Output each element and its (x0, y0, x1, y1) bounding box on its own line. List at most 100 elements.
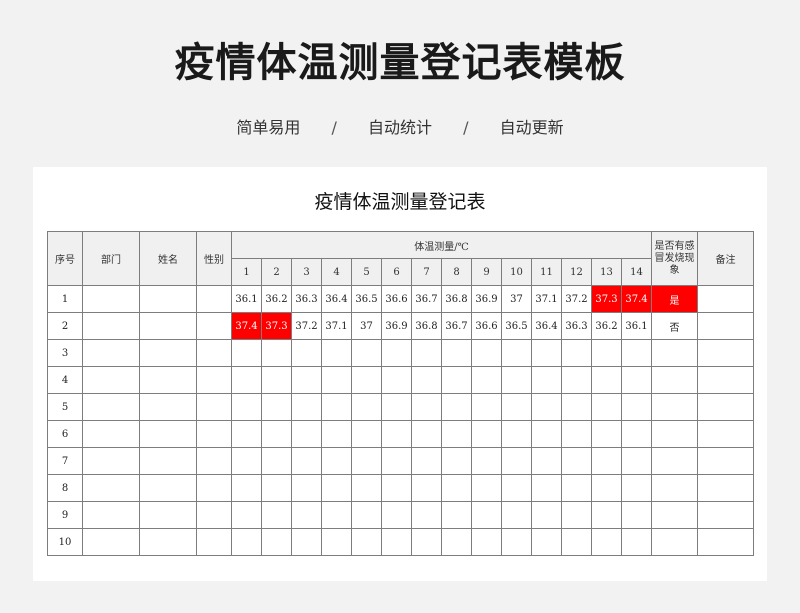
temperature-cell[interactable] (441, 393, 472, 421)
dept-cell[interactable] (82, 474, 140, 502)
temperature-cell[interactable] (381, 528, 412, 556)
name-cell[interactable] (139, 393, 197, 421)
name-cell[interactable] (139, 339, 197, 367)
temperature-cell[interactable] (591, 528, 622, 556)
notes-cell[interactable] (697, 447, 754, 475)
temperature-cell[interactable] (501, 420, 532, 448)
temperature-cell[interactable] (231, 420, 262, 448)
name-cell[interactable] (139, 501, 197, 529)
temperature-cell[interactable] (261, 528, 292, 556)
notes-cell[interactable] (697, 393, 754, 421)
seq-cell[interactable]: 10 (47, 528, 83, 556)
temperature-cell[interactable] (381, 420, 412, 448)
temperature-cell[interactable]: 36.8 (441, 285, 472, 313)
temperature-cell[interactable] (561, 339, 592, 367)
temperature-cell[interactable] (561, 420, 592, 448)
seq-cell[interactable]: 8 (47, 474, 83, 502)
temperature-cell[interactable] (231, 339, 262, 367)
gender-cell[interactable] (196, 393, 232, 421)
temperature-cell[interactable] (561, 528, 592, 556)
temperature-cell[interactable] (351, 501, 382, 529)
temperature-cell[interactable] (411, 528, 442, 556)
seq-cell[interactable]: 7 (47, 447, 83, 475)
seq-cell[interactable]: 5 (47, 393, 83, 421)
temperature-cell[interactable] (381, 339, 412, 367)
temperature-cell[interactable]: 36.5 (501, 312, 532, 340)
dept-cell[interactable] (82, 447, 140, 475)
temperature-cell[interactable] (471, 420, 502, 448)
temperature-cell[interactable]: 37.4 (231, 312, 262, 340)
temperature-cell[interactable]: 36.2 (591, 312, 622, 340)
temperature-cell[interactable]: 37 (351, 312, 382, 340)
temperature-cell[interactable] (381, 474, 412, 502)
temperature-cell[interactable] (621, 366, 652, 394)
temperature-cell[interactable] (351, 420, 382, 448)
temperature-cell[interactable] (531, 447, 562, 475)
dept-cell[interactable] (82, 393, 140, 421)
temperature-cell[interactable] (321, 339, 352, 367)
fever-cell[interactable]: 否 (651, 312, 698, 340)
temperature-cell[interactable] (321, 528, 352, 556)
temperature-cell[interactable] (441, 366, 472, 394)
gender-cell[interactable] (196, 312, 232, 340)
temperature-cell[interactable]: 36.9 (471, 285, 502, 313)
temperature-cell[interactable] (591, 393, 622, 421)
temperature-cell[interactable] (261, 393, 292, 421)
name-cell[interactable] (139, 420, 197, 448)
fever-cell[interactable]: 是 (651, 285, 698, 313)
temperature-cell[interactable] (351, 393, 382, 421)
temperature-cell[interactable]: 37.3 (591, 285, 622, 313)
notes-cell[interactable] (697, 285, 754, 313)
gender-cell[interactable] (196, 528, 232, 556)
notes-cell[interactable] (697, 528, 754, 556)
notes-cell[interactable] (697, 501, 754, 529)
temperature-cell[interactable] (381, 501, 412, 529)
temperature-cell[interactable] (471, 447, 502, 475)
temperature-cell[interactable] (441, 339, 472, 367)
temperature-cell[interactable]: 37.2 (561, 285, 592, 313)
temperature-cell[interactable] (531, 393, 562, 421)
notes-cell[interactable] (697, 420, 754, 448)
temperature-cell[interactable] (531, 528, 562, 556)
temperature-cell[interactable] (411, 420, 442, 448)
notes-cell[interactable] (697, 339, 754, 367)
temperature-cell[interactable] (561, 366, 592, 394)
temperature-cell[interactable]: 36.5 (351, 285, 382, 313)
temperature-cell[interactable] (471, 393, 502, 421)
temperature-cell[interactable] (261, 339, 292, 367)
temperature-cell[interactable] (441, 447, 472, 475)
temperature-cell[interactable]: 36.6 (381, 285, 412, 313)
temperature-cell[interactable] (291, 393, 322, 421)
dept-cell[interactable] (82, 285, 140, 313)
seq-cell[interactable]: 3 (47, 339, 83, 367)
gender-cell[interactable] (196, 501, 232, 529)
temperature-cell[interactable] (321, 474, 352, 502)
temperature-cell[interactable] (321, 447, 352, 475)
temperature-cell[interactable] (411, 501, 442, 529)
temperature-cell[interactable] (261, 447, 292, 475)
temperature-cell[interactable] (321, 501, 352, 529)
fever-cell[interactable] (651, 339, 698, 367)
temperature-cell[interactable] (231, 501, 262, 529)
temperature-cell[interactable] (441, 501, 472, 529)
temperature-cell[interactable] (561, 447, 592, 475)
gender-cell[interactable] (196, 474, 232, 502)
fever-cell[interactable] (651, 501, 698, 529)
temperature-cell[interactable] (591, 420, 622, 448)
temperature-cell[interactable] (441, 528, 472, 556)
temperature-cell[interactable] (381, 366, 412, 394)
temperature-cell[interactable] (501, 366, 532, 394)
temperature-cell[interactable]: 37 (501, 285, 532, 313)
temperature-cell[interactable] (501, 501, 532, 529)
temperature-cell[interactable] (501, 393, 532, 421)
dept-cell[interactable] (82, 339, 140, 367)
temperature-cell[interactable] (291, 339, 322, 367)
dept-cell[interactable] (82, 312, 140, 340)
temperature-cell[interactable] (291, 447, 322, 475)
temperature-cell[interactable] (621, 501, 652, 529)
temperature-cell[interactable]: 36.9 (381, 312, 412, 340)
temperature-cell[interactable] (441, 474, 472, 502)
dept-cell[interactable] (82, 366, 140, 394)
temperature-cell[interactable] (531, 339, 562, 367)
temperature-cell[interactable] (261, 420, 292, 448)
